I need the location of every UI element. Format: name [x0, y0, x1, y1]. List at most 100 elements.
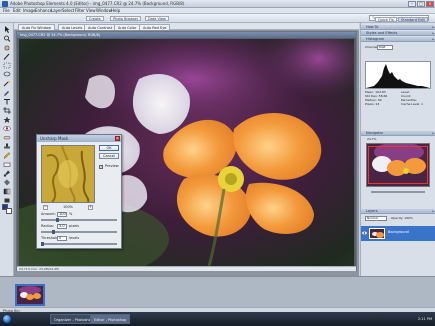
toolbox [0, 23, 14, 283]
zoom-in-button[interactable]: + [88, 205, 93, 210]
more-menu-icon[interactable]: ▸ [432, 209, 434, 214]
threshold-input[interactable]: 0 [57, 236, 67, 241]
styles-panel-header[interactable]: Styles and Effects ▸ [361, 31, 435, 36]
opacity-field[interactable]: Opacity: 100% [391, 216, 413, 221]
navigator-panel-title: Navigator [366, 131, 384, 135]
amount-label: Amount: [41, 212, 56, 216]
taskbar: Organizer - Photoshop Editor - Photoshop… [0, 312, 435, 326]
start-button-icon[interactable] [2, 314, 12, 324]
preview-zoom-controls: − 100% + [41, 205, 95, 210]
navigator-panel-header[interactable]: Navigator ▸ [361, 131, 435, 136]
date-view-button[interactable]: Date View [145, 16, 169, 21]
preview-zoom-value: 100% [62, 205, 73, 209]
how-to-panel-header[interactable]: How To ▸ [361, 25, 435, 30]
background-color-swatch[interactable] [6, 208, 12, 214]
bin-thumbnail[interactable] [15, 284, 45, 306]
layers-panel-title: Layers [366, 209, 378, 213]
selection-brush-tool-icon[interactable] [3, 89, 11, 96]
preview-checkbox[interactable]: ✓ [99, 165, 103, 169]
radius-slider-thumb[interactable] [51, 230, 55, 234]
navigator-zoom-value: 24.7% [367, 137, 377, 141]
type-tool-icon[interactable] [3, 98, 11, 105]
styles-panel-title: Styles and Effects [366, 31, 398, 35]
maximize-button[interactable]: □ [417, 1, 425, 7]
auto-red-eye-tab[interactable]: Auto Red Eye [139, 24, 171, 30]
pencil-tool-icon[interactable] [3, 152, 11, 159]
threshold-slider[interactable] [41, 243, 117, 245]
threshold-slider-thumb[interactable] [41, 242, 44, 246]
auto-fix-window-tab[interactable]: Auto Fix Window [18, 24, 55, 30]
more-menu-icon[interactable]: ▸ [432, 37, 434, 42]
auto-contrast-tab[interactable]: Auto Contrast [84, 24, 117, 30]
more-menu-icon[interactable]: ▸ [432, 31, 434, 36]
stat-cache-level: Cache Level: 1 [401, 102, 424, 106]
paint-bucket-tool-icon[interactable] [3, 179, 11, 186]
shortcuts-bar: Create Photo Browser Date View Type a qu… [0, 14, 435, 23]
clone-stamp-tool-icon[interactable] [3, 143, 11, 150]
radius-input[interactable]: 3.0 [57, 224, 67, 229]
window-title: Adobe Photoshop Elements 4.0 (Editor) - … [10, 1, 185, 6]
brush-tool-icon[interactable] [3, 170, 11, 177]
move-tool-icon[interactable] [3, 26, 11, 33]
navigator-view-box[interactable] [368, 146, 428, 184]
layers-panel-header[interactable]: Layers ▸ [361, 209, 435, 214]
more-menu-icon[interactable]: ▸ [432, 131, 434, 136]
auto-levels-tab[interactable]: Auto Levels [58, 24, 87, 30]
magic-wand-tool-icon[interactable] [3, 80, 11, 87]
zoom-out-button[interactable]: − [43, 205, 48, 210]
amount-unit: % [69, 212, 73, 216]
crop-tool-icon[interactable] [3, 107, 11, 114]
taskbar-editor-button[interactable]: Editor - Photoshop [90, 314, 131, 324]
shape-tool-icon[interactable] [3, 197, 11, 204]
photo-browser-button[interactable]: Photo Browser [110, 16, 142, 21]
radius-unit: pixels [69, 224, 80, 228]
layer-thumbnail [369, 228, 385, 239]
palette-bin: How To ▸ Styles and Effects ▸ Histogram ▸ C… [360, 23, 435, 276]
photo-bin: Photo Bin [0, 276, 435, 313]
ok-button[interactable]: OK [99, 145, 119, 151]
app-icon [2, 1, 8, 7]
healing-brush-tool-icon[interactable] [3, 134, 11, 141]
title-bar: Adobe Photoshop Elements 4.0 (Editor) - … [0, 0, 435, 8]
hand-tool-icon[interactable] [3, 44, 11, 51]
layer-name: Background [388, 230, 409, 234]
unsharp-mask-dialog: Unsharp Mask × − 100% + OK Cancel ✓ Prev… [36, 134, 122, 249]
radius-label: Radius: [41, 224, 54, 228]
navigator-zoom-slider[interactable] [371, 191, 425, 193]
cancel-button[interactable]: Cancel [99, 153, 119, 159]
histogram-panel-title: Histogram [366, 37, 385, 41]
eye-icon[interactable] [362, 231, 367, 235]
minimize-button[interactable]: – [408, 1, 416, 7]
standard-edit-button[interactable]: Standard Edit [398, 17, 428, 22]
lasso-tool-icon[interactable] [3, 71, 11, 78]
eyedropper-tool-icon[interactable] [3, 53, 11, 60]
more-menu-icon[interactable]: ▸ [432, 25, 434, 30]
status-bar: 24.71% Doc: 24.9M/24.9M [17, 266, 356, 271]
channel-select[interactable]: RGB [377, 45, 393, 50]
marquee-tool-icon[interactable] [3, 62, 11, 69]
zoom-tool-icon[interactable] [3, 35, 11, 42]
amount-input[interactable]: 100 [57, 212, 67, 217]
taskbar-clock: 2:11 PM [417, 317, 432, 321]
preview-checkbox-label: Preview [105, 164, 119, 168]
quick-fix-button[interactable]: Quick Fix [375, 17, 397, 22]
filter-preview[interactable] [41, 145, 95, 203]
create-button[interactable]: Create [86, 16, 104, 21]
cookie-cutter-tool-icon[interactable] [3, 116, 11, 123]
blend-mode-select[interactable]: Normal [365, 216, 387, 221]
gradient-tool-icon[interactable] [3, 188, 11, 195]
amount-slider-thumb[interactable] [55, 218, 59, 222]
amount-slider[interactable] [41, 219, 117, 221]
how-to-panel-title: How To [366, 25, 379, 29]
auto-color-tab[interactable]: Auto Color [114, 24, 141, 30]
document-title: img_0477.CR2 @ 24.7% (Background, RGB/8) [17, 32, 356, 38]
histogram-panel-header[interactable]: Histogram ▸ [361, 37, 435, 42]
navigator-thumbnail[interactable] [366, 143, 430, 187]
dialog-close-icon[interactable]: × [115, 136, 120, 141]
close-button[interactable]: × [426, 1, 434, 7]
red-eye-tool-icon[interactable] [3, 125, 11, 132]
stat-pixels: Pixels: 24 [365, 102, 380, 106]
threshold-unit: levels [69, 236, 80, 240]
eraser-tool-icon[interactable] [3, 161, 11, 168]
layer-row-background[interactable]: Background [361, 226, 435, 241]
